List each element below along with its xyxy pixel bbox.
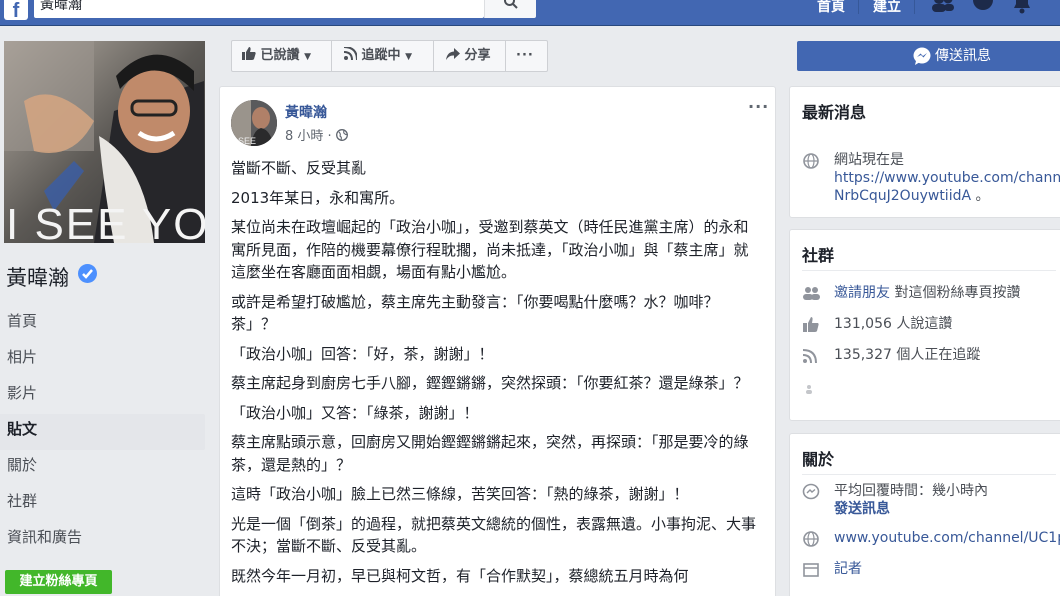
nav-create-link[interactable]: 建立 — [873, 0, 901, 16]
invite-friends-link[interactable]: 邀請朋友 — [834, 285, 890, 301]
svg-text:I SEE: I SEE — [233, 136, 256, 146]
page-category-icon — [803, 563, 819, 577]
people-icon — [803, 287, 820, 300]
person-icon — [806, 385, 812, 394]
about-card: 關於 平均回覆時間：幾小時內 發送訊息 www.youtube.com/chan… — [789, 433, 1060, 596]
page-title[interactable]: 黃暐瀚 — [6, 262, 69, 292]
following-label: 追蹤中 — [361, 48, 401, 63]
action-divider — [505, 41, 506, 71]
post-paragraph: 蔡主席起身到廚房七手八腳，鏗鏗鏘鏘，突然探頭：「你要紅茶？還是綠茶」？ — [231, 374, 749, 392]
post-content: 當斷不斷、反受其亂 2013年某日，永和寓所。 某位尚未在政壇崛起的「政治小咖」… — [231, 157, 763, 594]
post-card: I SEE 黃暐瀚 8 小時 · ··· 當斷不斷、反受其亂 2013年某日，永… — [219, 86, 776, 596]
nav-home-link[interactable]: 首頁 — [817, 0, 845, 16]
chevron-down-icon: ▼ — [304, 52, 311, 62]
thumbs-up-icon — [803, 317, 819, 332]
website-update-prefix: 網站現在是 — [834, 152, 904, 168]
response-time-text: 平均回覆時間：幾小時內 — [834, 483, 988, 499]
sidebar-item-home[interactable]: 首頁 — [0, 306, 205, 342]
sidebar-item-about[interactable]: 關於 — [0, 450, 205, 486]
send-message-label: 傳送訊息 — [935, 48, 991, 64]
page-action-bar: 已說讚 ▼ 追蹤中 ▼ 分享 ··· — [231, 40, 548, 72]
rss-follow-icon — [343, 46, 358, 61]
likes-count-text: 131,056 人說這讚 — [834, 316, 953, 332]
globe-icon — [335, 129, 348, 141]
sidebar-item-videos[interactable]: 影片 — [0, 378, 205, 414]
facebook-logo-icon[interactable]: f — [4, 0, 28, 20]
category-link[interactable]: 記者 — [834, 560, 862, 578]
author-avatar-image: I SEE — [231, 100, 277, 146]
chevron-down-icon: ▼ — [405, 52, 412, 62]
post-author-name[interactable]: 黃暐瀚 — [285, 102, 327, 122]
card-divider — [802, 270, 1056, 271]
website-link-line2[interactable]: NrbCquJ2OuywtiidA — [834, 188, 971, 204]
profile-picture[interactable]: I SEE YOU — [4, 41, 205, 243]
action-divider — [331, 41, 332, 71]
post-paragraph: 某位尚未在政壇崛起的「政治小咖」，受邀到蔡英文（時任民進黨主席）的永和寓所見面，… — [231, 218, 749, 281]
messenger-icon[interactable] — [972, 0, 994, 14]
website-suffix: 。 — [975, 188, 990, 204]
post-paragraph: 這時「政治小咖」臉上已然三條線，苦笑回答：「熱的綠茶，謝謝」！ — [231, 485, 689, 503]
post-paragraph: 或許是希望打破尷尬，蔡主席先主動發言：「你要喝點什麼嗎？水？咖啡？茶」？ — [231, 292, 719, 334]
post-paragraph: 2013年某日，永和寓所。 — [231, 188, 405, 207]
website-link[interactable]: www.youtube.com/channel/UC1picr — [834, 529, 1060, 547]
search-input[interactable]: 黃暐瀚 — [34, 0, 484, 18]
globe-icon — [803, 531, 819, 547]
latest-news-card: 最新消息 網站現在是 https://www.youtube.com/chan n… — [789, 86, 1060, 218]
messenger-icon — [802, 483, 820, 500]
thumbs-up-icon — [242, 47, 256, 60]
liked-label: 已說讚 — [260, 48, 300, 63]
verified-badge-icon — [78, 264, 97, 283]
post-paragraph: 「政治小咖」又答：「綠茶，謝謝」！ — [231, 403, 479, 422]
nav-divider — [858, 0, 859, 14]
post-paragraph: 當斷不斷、反受其亂 — [231, 159, 367, 177]
post-timestamp[interactable]: 8 小時 · — [285, 125, 348, 144]
messenger-icon — [913, 47, 931, 65]
liked-button[interactable]: 已說讚 ▼ — [242, 41, 311, 71]
community-card: 社群 邀請朋友 對這個粉絲專頁按讚 131,056 人說這讚 135,327 個… — [789, 229, 1060, 421]
sidebar-item-info-and-ads[interactable]: 資訊和廣告 — [0, 522, 205, 558]
page-sidebar-nav: 首頁 相片 影片 貼文 關於 社群 資訊和廣告 — [0, 306, 205, 558]
share-button[interactable]: 分享 — [446, 41, 491, 71]
send-message-button[interactable]: 傳送訊息 — [797, 41, 1060, 71]
share-label: 分享 — [464, 48, 491, 63]
search-icon — [504, 0, 518, 9]
notifications-bell-icon[interactable] — [1012, 0, 1032, 14]
globe-icon — [803, 153, 819, 169]
top-navigation-bar: f 黃暐瀚 首頁 建立 — [0, 0, 1060, 26]
friend-requests-icon[interactable] — [930, 0, 956, 14]
post-paragraph: 既然今年一月初，早已與柯文哲，有「合作默契」，蔡總統五月時為何 — [231, 566, 689, 585]
website-link-line1[interactable]: https://www.youtube.com/channel/U — [834, 169, 1060, 187]
community-title: 社群 — [802, 246, 835, 265]
author-avatar[interactable]: I SEE — [231, 100, 277, 146]
profile-photo-image: I SEE YOU — [4, 41, 205, 243]
sidebar-item-photos[interactable]: 相片 — [0, 342, 205, 378]
follows-count-text: 135,327 個人正在追蹤 — [834, 347, 981, 363]
about-title: 關於 — [802, 450, 835, 469]
action-divider — [433, 41, 434, 71]
cover-text: I SEE YOU — [6, 200, 205, 243]
invite-friends-text: 對這個粉絲專頁按讚 — [894, 285, 1021, 301]
latest-news-title: 最新消息 — [802, 103, 867, 122]
card-divider — [802, 474, 1056, 475]
nav-divider — [914, 0, 915, 14]
share-arrow-icon — [446, 48, 460, 60]
sidebar-item-community[interactable]: 社群 — [0, 486, 205, 522]
post-paragraph: 「政治小咖」回答：「好，茶，謝謝」！ — [231, 344, 494, 363]
post-paragraph: 光是一個「倒茶」的過程，就把蔡英文總統的個性，表露無遺。小事拘泥、大事不決；當斷… — [231, 514, 757, 556]
post-options-button[interactable]: ··· — [748, 97, 769, 116]
separator-dot: · — [327, 129, 336, 144]
following-button[interactable]: 追蹤中 ▼ — [343, 41, 412, 71]
post-paragraph: 蔡主席點頭示意，回廚房又開始鏗鏗鏘鏘起來，突然，再探頭：「那是要冷的綠茶，還是熱… — [231, 433, 749, 474]
send-message-link[interactable]: 發送訊息 — [834, 500, 988, 518]
sidebar-item-posts[interactable]: 貼文 — [0, 414, 205, 450]
rss-follow-icon — [802, 349, 817, 364]
more-actions-button[interactable]: ··· — [516, 41, 534, 71]
post-time[interactable]: 8 小時 — [285, 129, 323, 144]
search-button[interactable] — [484, 0, 536, 18]
create-page-button[interactable]: 建立粉絲專頁 — [5, 570, 112, 594]
